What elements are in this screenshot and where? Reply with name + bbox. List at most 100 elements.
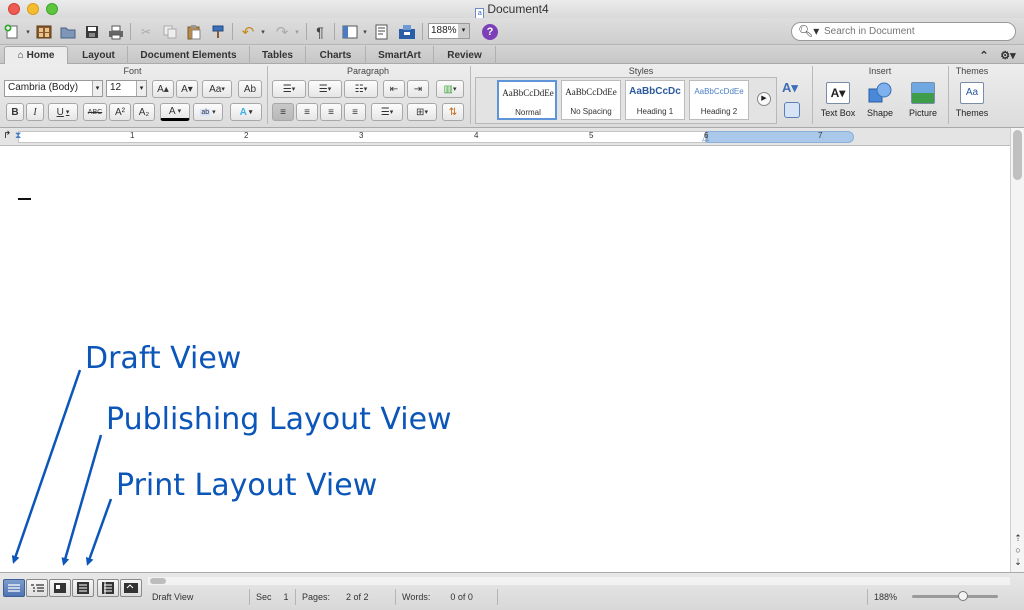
- vertical-scroll-thumb[interactable]: [1013, 130, 1022, 180]
- highlight-button[interactable]: ab ▾: [193, 103, 223, 121]
- copy-icon[interactable]: [160, 22, 180, 41]
- horizontal-scrollbar[interactable]: [148, 577, 1010, 585]
- strikethrough-button[interactable]: ABC: [83, 103, 107, 121]
- style-heading-2[interactable]: AaBbCcDdEe Heading 2: [689, 80, 749, 120]
- multilevel-dropdown-icon: ▾: [363, 86, 368, 93]
- format-painter-icon[interactable]: [208, 22, 228, 41]
- new-document-dropdown-icon[interactable]: ▾: [22, 22, 34, 41]
- print-icon[interactable]: [106, 22, 126, 41]
- publishing-layout-view-button[interactable]: [49, 579, 71, 597]
- show-formatting-marks-icon[interactable]: ¶: [312, 22, 328, 41]
- search-icon: 🔍︎▾: [798, 24, 820, 38]
- print-layout-view-button[interactable]: [72, 579, 94, 597]
- search-input[interactable]: [824, 25, 1009, 38]
- group-label-themes: Themes: [955, 66, 989, 76]
- search-field[interactable]: 🔍︎▾: [791, 22, 1016, 41]
- align-left-button[interactable]: ≡: [272, 103, 294, 121]
- status-section-value: 1: [283, 592, 289, 602]
- styles-pane-icon[interactable]: [784, 102, 800, 118]
- window-title: a Document4: [0, 2, 1024, 19]
- underline-button[interactable]: U ▾: [48, 103, 78, 121]
- subscript-button[interactable]: A₂: [133, 103, 155, 121]
- tab-tables[interactable]: Tables: [250, 46, 306, 64]
- notebook-layout-view-button[interactable]: [97, 579, 119, 597]
- grow-font-button[interactable]: A▴: [152, 80, 174, 98]
- tab-layout[interactable]: Layout: [70, 46, 128, 64]
- font-color-button[interactable]: A ▾: [160, 103, 190, 121]
- borders-button[interactable]: ⊞ ▾: [407, 103, 437, 121]
- undo-dropdown-icon[interactable]: ▾: [258, 22, 268, 41]
- left-indent-marker-icon[interactable]: ⧗: [15, 130, 21, 141]
- superscript-button[interactable]: A²: [109, 103, 131, 121]
- horizontal-ruler[interactable]: ↱ ⧗ △ 1 2 3 4 5 6 7: [0, 128, 1024, 146]
- font-name-select[interactable]: Cambria (Body) ▾: [4, 80, 103, 97]
- change-case-button[interactable]: Aa ▾: [202, 80, 232, 98]
- sidebar-dropdown-icon[interactable]: ▾: [360, 22, 370, 41]
- styles-next-arrow-icon[interactable]: ▶: [757, 92, 771, 106]
- zoom-slider-thumb[interactable]: [958, 591, 968, 601]
- insert-shape-button[interactable]: Shape: [861, 82, 899, 118]
- style-heading-1[interactable]: AaBbCcDc Heading 1: [625, 80, 685, 120]
- font-color-dropdown-icon: ▾: [177, 108, 182, 115]
- clear-formatting-button[interactable]: Ab: [238, 80, 262, 98]
- sort-button[interactable]: ⇅: [442, 103, 464, 121]
- style-normal[interactable]: AaBbCcDdEe Normal: [497, 80, 557, 120]
- italic-button[interactable]: I: [26, 103, 44, 121]
- toolbox-icon[interactable]: [396, 22, 418, 41]
- tab-document-elements[interactable]: Document Elements: [128, 46, 250, 64]
- redo-icon[interactable]: ↷: [272, 22, 292, 41]
- media-browser-icon[interactable]: [372, 22, 392, 41]
- focus-view-button[interactable]: [120, 579, 142, 597]
- save-icon[interactable]: [82, 22, 102, 41]
- shrink-font-button[interactable]: A▾: [176, 80, 198, 98]
- redo-dropdown-icon[interactable]: ▾: [292, 22, 302, 41]
- outline-view-button[interactable]: [26, 579, 48, 597]
- document-canvas[interactable]: Draft View Publishing Layout View Print …: [0, 147, 1010, 572]
- draft-view-button[interactable]: [3, 579, 25, 597]
- cut-icon[interactable]: ✂: [136, 22, 156, 41]
- help-icon[interactable]: ?: [480, 22, 500, 41]
- text-effects-button[interactable]: A ▾: [230, 103, 262, 121]
- decrease-indent-button[interactable]: ⇤: [383, 80, 405, 98]
- tab-charts[interactable]: Charts: [306, 46, 366, 64]
- insert-picture-button[interactable]: Picture: [902, 82, 944, 118]
- align-center-button[interactable]: ≡: [296, 103, 318, 121]
- bold-button[interactable]: B: [6, 103, 24, 121]
- align-right-button[interactable]: ≡: [320, 103, 342, 121]
- increase-indent-button[interactable]: ⇥: [407, 80, 429, 98]
- justify-button[interactable]: ≡: [344, 103, 366, 121]
- insert-text-box-button[interactable]: A▾ Text Box: [818, 82, 858, 118]
- change-styles-icon[interactable]: A▾: [782, 80, 804, 98]
- draft-view-arrow: [11, 369, 82, 564]
- tab-stop-selector-icon[interactable]: ↱: [3, 130, 11, 141]
- numbering-button[interactable]: ☰ ▾: [308, 80, 342, 98]
- sidebar-view-icon[interactable]: [340, 22, 360, 41]
- page-navigation-icon[interactable]: ⇡ ○ ⇣: [1012, 532, 1024, 570]
- collapse-ribbon-icon[interactable]: ⌃: [975, 46, 993, 64]
- style-no-spacing[interactable]: AaBbCcDdEe No Spacing: [561, 80, 621, 120]
- zoom-dropdown-icon[interactable]: ▾: [458, 24, 469, 38]
- vertical-scrollbar[interactable]: ⇡ ○ ⇣: [1010, 128, 1024, 572]
- ruler-number: 6: [704, 131, 709, 140]
- open-folder-icon[interactable]: [58, 22, 78, 41]
- bullets-dropdown-icon: ▾: [291, 86, 296, 93]
- status-words: Words: 0 of 0: [398, 589, 498, 605]
- tab-smartart[interactable]: SmartArt: [366, 46, 434, 64]
- font-size-select[interactable]: 12 ▾: [106, 80, 147, 97]
- underline-label: U: [56, 106, 64, 118]
- tab-review[interactable]: Review: [434, 46, 496, 64]
- columns-button[interactable]: ▥ ▾: [436, 80, 464, 98]
- multilevel-list-button[interactable]: ☷ ▾: [344, 80, 378, 98]
- ribbon-settings-gear-icon[interactable]: ⚙▾: [996, 46, 1020, 64]
- bullets-button[interactable]: ☰ ▾: [272, 80, 306, 98]
- horizontal-scroll-thumb[interactable]: [150, 578, 166, 584]
- zoom-slider-track[interactable]: [912, 591, 998, 601]
- line-spacing-button[interactable]: ☰ ▾: [371, 103, 403, 121]
- paste-icon[interactable]: [184, 22, 204, 41]
- undo-icon[interactable]: ↶: [238, 22, 258, 41]
- themes-button[interactable]: Aa Themes: [951, 82, 993, 118]
- tab-home[interactable]: ⌂ Home: [4, 46, 68, 64]
- toolbar-separator: [422, 23, 423, 40]
- new-document-icon[interactable]: [2, 22, 22, 41]
- templates-gallery-icon[interactable]: [34, 22, 54, 41]
